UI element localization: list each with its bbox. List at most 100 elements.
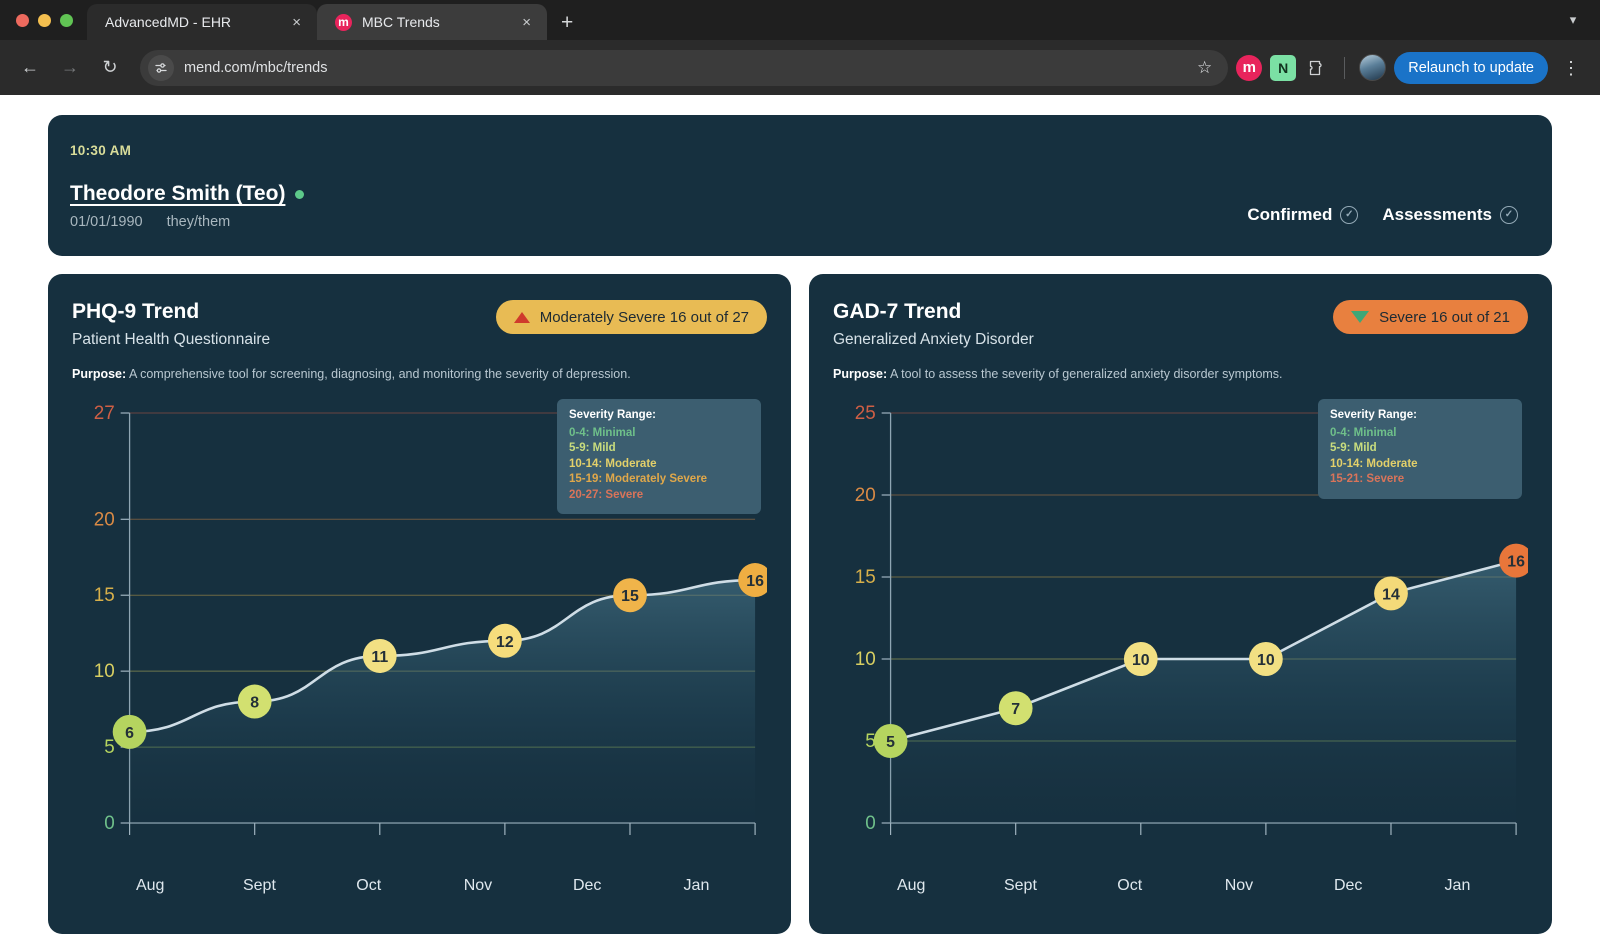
online-status-dot-icon xyxy=(295,189,305,199)
svg-text:0: 0 xyxy=(865,813,875,834)
bookmark-star-icon[interactable]: ☆ xyxy=(1197,58,1218,78)
svg-text:7: 7 xyxy=(1011,701,1020,718)
notion-extension-icon[interactable]: N xyxy=(1270,54,1297,81)
check-circle-icon: ✓ xyxy=(1340,206,1359,224)
gad7-subtitle: Generalized Anxiety Disorder xyxy=(833,331,1034,348)
gad7-x-axis-labels: Aug Sept Oct Nov Dec Jan xyxy=(833,877,1528,895)
tab-title: MBC Trends xyxy=(362,14,440,30)
close-window-button[interactable] xyxy=(16,13,29,27)
chevron-down-icon[interactable]: ▾ xyxy=(1560,8,1586,32)
extensions-puzzle-icon[interactable] xyxy=(1304,55,1330,81)
tab-mbc-trends[interactable]: m MBC Trends × xyxy=(317,4,547,40)
svg-text:5: 5 xyxy=(104,737,114,758)
tab-advancedmd-ehr[interactable]: AdvancedMD - EHR × xyxy=(87,4,317,40)
patient-info: 10:30 AM Theodore Smith (Teo) 01/01/1990… xyxy=(70,143,1247,230)
patient-name-link[interactable]: Theodore Smith (Teo) xyxy=(70,182,285,206)
legend-item: 10-14: Moderate xyxy=(1330,457,1418,470)
svg-text:16: 16 xyxy=(1507,554,1525,571)
tune-icon[interactable] xyxy=(148,54,174,81)
patient-dob: 01/01/1990 xyxy=(70,214,143,230)
window-controls[interactable] xyxy=(10,0,87,40)
legend-title: Severity Range: xyxy=(1330,409,1417,421)
phq9-subtitle: Patient Health Questionnaire xyxy=(72,331,271,348)
x-axis-tick-label: Oct xyxy=(1117,877,1143,894)
legend-item: 20-27: Severe xyxy=(569,488,644,501)
phq9-title: PHQ-9 Trend xyxy=(72,300,200,323)
legend-item: 15-19: Moderately Severe xyxy=(569,473,708,486)
page-content: 10:30 AM Theodore Smith (Teo) 01/01/1990… xyxy=(0,95,1600,951)
browser-menu-icon[interactable]: ⋮ xyxy=(1556,59,1586,77)
phq9-badge-label: Moderately Severe 16 out of 27 xyxy=(539,308,749,326)
check-circle-icon: ✓ xyxy=(1500,206,1518,224)
svg-text:10: 10 xyxy=(1257,652,1275,669)
svg-text:15: 15 xyxy=(855,567,876,588)
back-button[interactable]: ← xyxy=(14,52,46,84)
close-icon[interactable]: × xyxy=(518,15,535,30)
phq9-purpose-text: A comprehensive tool for screening, diag… xyxy=(128,367,631,381)
phq9-trend-card: PHQ-9 Trend Patient Health Questionnaire… xyxy=(48,274,791,934)
x-axis-tick-label: Aug xyxy=(135,877,165,894)
assessments-label: Assessments xyxy=(1382,205,1492,224)
appointment-time: 10:30 AM xyxy=(70,143,132,158)
svg-text:10: 10 xyxy=(1132,652,1150,669)
phq9-plot-wrapper: Severity Range: 0-4: Minimal 5-9: Mild 10-… xyxy=(72,395,767,875)
svg-text:5: 5 xyxy=(886,734,895,751)
svg-text:27: 27 xyxy=(94,403,115,424)
toolbar-divider xyxy=(1344,56,1346,79)
gad7-severity-legend: Severity Range: 0-4: Minimal 5-9: Mild 10-… xyxy=(1318,399,1522,499)
svg-text:25: 25 xyxy=(855,403,876,424)
new-tab-button[interactable]: + xyxy=(547,4,587,40)
browser-window: AdvancedMD - EHR × m MBC Trends × + ▾ ← … xyxy=(0,0,1600,951)
gad7-purpose: Purpose: A tool to assess the severity o… xyxy=(833,367,1528,381)
mend-favicon-icon: m xyxy=(335,13,352,31)
gad7-purpose-text: A tool to assess the severity of general… xyxy=(889,367,1283,381)
x-axis-tick-label: Nov xyxy=(1224,877,1254,894)
gad7-badge-label: Severe 16 out of 21 xyxy=(1379,308,1510,326)
phq9-purpose: Purpose: A comprehensive tool for screen… xyxy=(72,367,767,381)
patient-header-card: 10:30 AM Theodore Smith (Teo) 01/01/1990… xyxy=(48,115,1552,256)
minimize-window-button[interactable] xyxy=(38,13,51,27)
x-axis-tick-label: Oct xyxy=(356,877,382,894)
gad7-severity-badge[interactable]: Severe 16 out of 21 xyxy=(1333,300,1528,334)
forward-button[interactable]: → xyxy=(54,52,86,84)
x-axis-tick-label: Jan xyxy=(1444,877,1471,894)
svg-text:20: 20 xyxy=(94,509,115,530)
x-axis-tick-label: Nov xyxy=(463,877,493,894)
legend-item: 0-4: Minimal xyxy=(1330,426,1397,439)
x-axis-tick-label: Jan xyxy=(683,877,710,894)
status-badge-assessments[interactable]: Assessments ✓ xyxy=(1382,205,1518,225)
phq9-purpose-label: Purpose: xyxy=(72,367,127,381)
close-icon[interactable]: × xyxy=(288,15,305,30)
maximize-window-button[interactable] xyxy=(60,13,73,27)
svg-text:11: 11 xyxy=(371,649,388,666)
phq9-severity-badge[interactable]: Moderately Severe 16 out of 27 xyxy=(495,300,767,334)
gad7-plot-wrapper: Severity Range: 0-4: Minimal 5-9: Mild 10-… xyxy=(833,395,1528,875)
x-axis-tick-label: Sept xyxy=(242,877,276,894)
relaunch-to-update-button[interactable]: Relaunch to update xyxy=(1394,51,1548,84)
legend-item: 0-4: Minimal xyxy=(569,426,636,439)
svg-text:10: 10 xyxy=(855,649,876,670)
legend-item: 5-9: Mild xyxy=(569,442,616,455)
trend-down-arrow-icon xyxy=(1351,311,1370,323)
svg-text:15: 15 xyxy=(94,585,115,606)
profile-avatar[interactable] xyxy=(1359,54,1387,81)
charts-row: PHQ-9 Trend Patient Health Questionnaire… xyxy=(48,274,1552,934)
patient-pronouns: they/them xyxy=(166,214,231,230)
phq9-x-axis-labels: Aug Sept Oct Nov Dec Jan xyxy=(72,877,767,895)
svg-text:0: 0 xyxy=(104,813,114,834)
svg-text:16: 16 xyxy=(746,573,764,590)
svg-text:15: 15 xyxy=(621,588,639,605)
gad7-purpose-label: Purpose: xyxy=(833,367,888,381)
phq9-severity-legend: Severity Range: 0-4: Minimal 5-9: Mild 10-… xyxy=(557,399,761,515)
x-axis-tick-label: Dec xyxy=(1333,877,1363,894)
patient-name-row: Theodore Smith (Teo) xyxy=(70,182,1247,206)
svg-text:6: 6 xyxy=(125,725,134,742)
status-badge-confirmed[interactable]: Confirmed ✓ xyxy=(1247,205,1359,225)
header-status-chips: Confirmed ✓ Assessments ✓ xyxy=(1247,143,1518,225)
svg-text:12: 12 xyxy=(496,634,514,651)
mend-extension-icon[interactable]: m xyxy=(1236,54,1263,81)
legend-title: Severity Range: xyxy=(569,409,656,421)
address-bar[interactable]: mend.com/mbc/trends ☆ xyxy=(140,49,1229,86)
tab-title: AdvancedMD - EHR xyxy=(105,14,232,30)
reload-button[interactable]: ↻ xyxy=(94,52,126,84)
